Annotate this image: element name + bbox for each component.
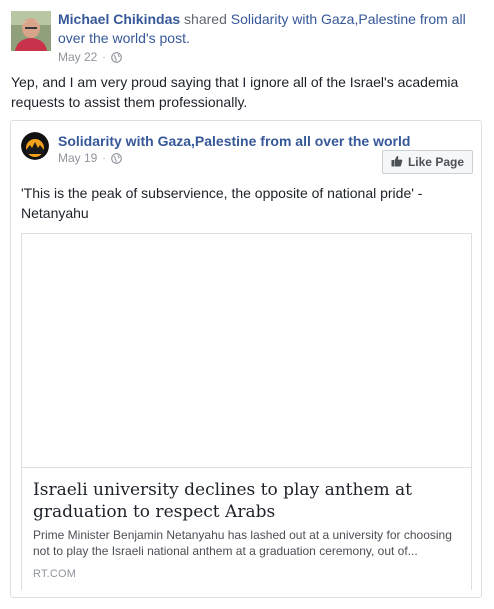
link-preview-body: Israeli university declines to play anth… <box>22 467 471 590</box>
share-action-text: shared <box>184 11 227 27</box>
shared-post-meta: May 19 · <box>58 151 122 165</box>
feed-post: Michael Chikindas shared Solidarity with… <box>0 0 494 609</box>
author-avatar[interactable] <box>11 11 51 51</box>
link-preview-card[interactable]: Israeli university declines to play anth… <box>21 233 472 590</box>
meta-separator: · <box>102 152 106 164</box>
page-avatar[interactable] <box>21 132 49 160</box>
link-title[interactable]: Israeli university declines to play anth… <box>33 479 453 523</box>
globe-icon[interactable] <box>110 51 122 63</box>
shared-post-text: 'This is the peak of subservience, the o… <box>21 185 423 221</box>
post-meta: May 22 · <box>58 50 122 64</box>
meta-separator: · <box>102 51 106 63</box>
globe-icon[interactable] <box>110 152 122 164</box>
link-preview-image[interactable] <box>22 234 471 467</box>
post-header: Michael Chikindas shared Solidarity with… <box>58 10 478 48</box>
shared-page-name[interactable]: Solidarity with Gaza,Palestine from all … <box>58 133 410 149</box>
post-body-text: Yep, and I am very proud saying that I i… <box>11 74 459 110</box>
post-timestamp[interactable]: May 22 <box>58 50 97 64</box>
shared-post: Solidarity with Gaza,Palestine from all … <box>10 120 482 598</box>
author-name[interactable]: Michael Chikindas <box>58 11 180 27</box>
shared-post-timestamp[interactable]: May 19 <box>58 151 97 165</box>
like-page-label: Like Page <box>407 155 464 169</box>
link-domain: RT.COM <box>33 568 77 580</box>
like-page-button[interactable]: Like Page <box>381 150 473 174</box>
link-description: Prime Minister Benjamin Netanyahu has la… <box>33 528 452 558</box>
thumbs-up-icon <box>391 155 403 170</box>
shared-post-link[interactable]: 's post. <box>146 30 190 46</box>
